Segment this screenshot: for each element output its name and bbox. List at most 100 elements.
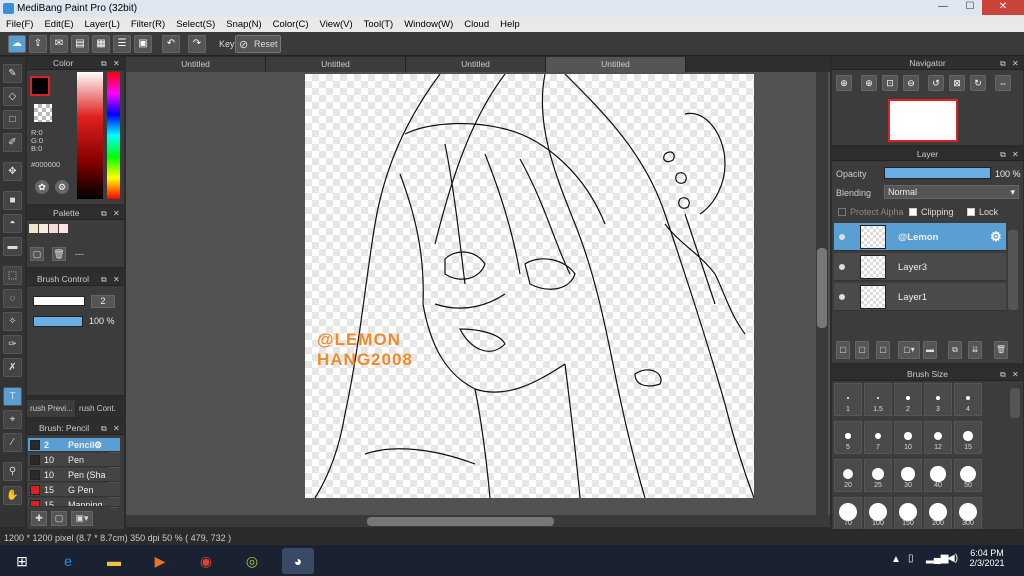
brush-item-g-pen[interactable]: 15 G Pen	[28, 483, 120, 497]
tab-brush-control[interactable]: rush Cont.	[76, 400, 124, 417]
brush-size-cell[interactable]: 3	[924, 383, 952, 416]
panel-close-icon[interactable]: ✕	[1012, 370, 1021, 379]
folder-icon[interactable]: ▬	[923, 341, 937, 359]
menu-file[interactable]: File(F)	[6, 19, 33, 30]
redo-icon[interactable]: ↷	[188, 35, 206, 53]
app-icon-green[interactable]: ◎	[236, 548, 268, 574]
brush-size-cell[interactable]: 200	[924, 497, 952, 529]
vertical-scroll-thumb[interactable]	[817, 248, 827, 328]
rotate-left-icon[interactable]: ↺	[928, 75, 944, 91]
menu-cloud[interactable]: Cloud	[464, 19, 489, 30]
start-button[interactable]: ⊞	[6, 548, 38, 574]
close-button[interactable]: ✕	[982, 0, 1024, 15]
layer-opacity-slider[interactable]	[884, 167, 991, 179]
brush-size-scrollbar[interactable]	[1010, 388, 1020, 418]
brush-item-pen-shading[interactable]: 10 Pen (Sha	[28, 468, 120, 482]
brush-size-cell[interactable]: 150	[894, 497, 922, 529]
layer-list-scrollbar[interactable]	[1008, 230, 1018, 310]
new-layer-icon[interactable]: ▢	[836, 341, 850, 359]
brush-size-cell[interactable]: 20	[834, 459, 862, 492]
menu-tool[interactable]: Tool(T)	[364, 19, 394, 30]
brush-size-cell[interactable]: 70	[834, 497, 862, 529]
fit-icon[interactable]: ⊡	[882, 75, 898, 91]
medibang-taskbar-icon[interactable]: ◕	[282, 548, 314, 574]
grid-icon[interactable]: ▣	[134, 35, 152, 53]
volume-icon[interactable]: ◀)	[947, 553, 958, 564]
zoom-in-alt-icon[interactable]: ⊕	[861, 75, 877, 91]
duplicate-layer-icon[interactable]: ⧉	[948, 341, 962, 359]
minimize-button[interactable]: —	[930, 0, 956, 15]
gradient-tool-icon[interactable]: ▬	[3, 237, 22, 256]
hand-tool-icon[interactable]: ✋	[3, 486, 22, 505]
visibility-icon[interactable]	[839, 234, 845, 240]
reset-button[interactable]: ⊘ Reset	[235, 35, 281, 53]
zoom-in-icon[interactable]: ⊕	[836, 75, 852, 91]
drawing-canvas[interactable]: @LEMON HANG2008	[305, 74, 754, 498]
panel-float-icon[interactable]: ⧉	[101, 424, 110, 433]
brush-size-cell[interactable]: 300	[954, 497, 982, 529]
panel-float-icon[interactable]: ⧉	[101, 59, 110, 68]
menu-layer[interactable]: Layer(L)	[85, 19, 120, 30]
eyedropper-icon[interactable]: ⚲	[3, 462, 22, 481]
brush-size-value[interactable]: 2	[91, 295, 115, 308]
menu-edit[interactable]: Edit(E)	[44, 19, 73, 30]
magic-wand-icon[interactable]: ✧	[3, 312, 22, 331]
menu-view[interactable]: View(V)	[320, 19, 353, 30]
panel-close-icon[interactable]: ✕	[113, 209, 122, 218]
cloud-icon[interactable]: ☁	[8, 35, 26, 53]
add-brush-icon[interactable]: ✚	[31, 511, 47, 526]
tray-device-icon[interactable]: ▯	[908, 553, 914, 564]
panel-close-icon[interactable]: ✕	[1012, 59, 1021, 68]
brush-item-mapping[interactable]: 15 Mapping	[28, 498, 120, 507]
tab-brush-preview[interactable]: rush Previ...	[27, 400, 75, 417]
hue-slider[interactable]	[107, 72, 120, 199]
delete-palette-icon[interactable]: 🗑	[52, 247, 66, 261]
menu-window[interactable]: Window(W)	[404, 19, 453, 30]
panel-float-icon[interactable]: ⧉	[101, 275, 110, 284]
panel-close-icon[interactable]: ✕	[113, 275, 122, 284]
palette-icon[interactable]: ✿	[35, 180, 49, 194]
media-player-icon[interactable]: ▶	[144, 548, 176, 574]
clipping-checkbox[interactable]	[909, 208, 917, 216]
color-settings-icon[interactable]: ⚙	[55, 180, 69, 194]
horizontal-scroll-thumb[interactable]	[367, 517, 554, 526]
maximize-button[interactable]: ☐	[957, 0, 983, 15]
transparent-swatch[interactable]	[34, 104, 52, 122]
brush-size-cell[interactable]: 50	[954, 459, 982, 492]
brush-size-cell[interactable]: 7	[864, 421, 892, 454]
tab-untitled-2[interactable]: Untitled	[266, 57, 406, 72]
merge-layer-icon[interactable]: ⇊	[968, 341, 982, 359]
brush-size-cell[interactable]: 5	[834, 421, 862, 454]
list-icon[interactable]: ☰	[113, 35, 131, 53]
rotate-reset-icon[interactable]: ⊠	[949, 75, 965, 91]
panel-close-icon[interactable]: ✕	[113, 59, 122, 68]
brush-item-pencil[interactable]: 2 Pencil ⚙	[28, 438, 120, 452]
brush-size-cell[interactable]: 4	[954, 383, 982, 416]
main-color-swatch[interactable]	[30, 76, 50, 96]
fill-rect-tool-icon[interactable]: ■	[3, 191, 22, 210]
new-layer-1bit-icon[interactable]: ▢	[876, 341, 890, 359]
panel-float-icon[interactable]: ⧉	[1000, 59, 1009, 68]
chrome-icon[interactable]: ◉	[190, 548, 222, 574]
comment-icon[interactable]: ✉	[50, 35, 68, 53]
brush-size-cell[interactable]: 1.5	[864, 383, 892, 416]
text-tool-icon[interactable]: T	[3, 387, 22, 406]
brush-size-cell[interactable]: 40	[924, 459, 952, 492]
tab-untitled-4[interactable]: Untitled	[546, 57, 686, 72]
gear-icon[interactable]: ⚙	[990, 229, 1002, 245]
lasso-tool-icon[interactable]: ◌	[3, 289, 22, 308]
divide-tool-icon[interactable]: ∕	[3, 433, 22, 452]
menu-select[interactable]: Select(S)	[176, 19, 215, 30]
saturation-picker[interactable]	[77, 72, 103, 199]
palette-swatch-2[interactable]	[39, 224, 48, 233]
file-explorer-icon[interactable]: ▬	[98, 548, 130, 574]
operation-tool-icon[interactable]: ⌖	[3, 410, 22, 429]
panel-float-icon[interactable]: ⧉	[1000, 370, 1009, 379]
panel-close-icon[interactable]: ✕	[1012, 150, 1021, 159]
brush-item-pen[interactable]: 10 Pen	[28, 453, 120, 467]
new-brush-icon[interactable]: ▢	[51, 511, 67, 526]
undo-icon[interactable]: ↶	[162, 35, 180, 53]
brush-size-cell[interactable]: 100	[864, 497, 892, 529]
brush-tool-icon[interactable]: ✎	[3, 64, 22, 83]
select-pen-icon[interactable]: ✑	[3, 335, 22, 354]
